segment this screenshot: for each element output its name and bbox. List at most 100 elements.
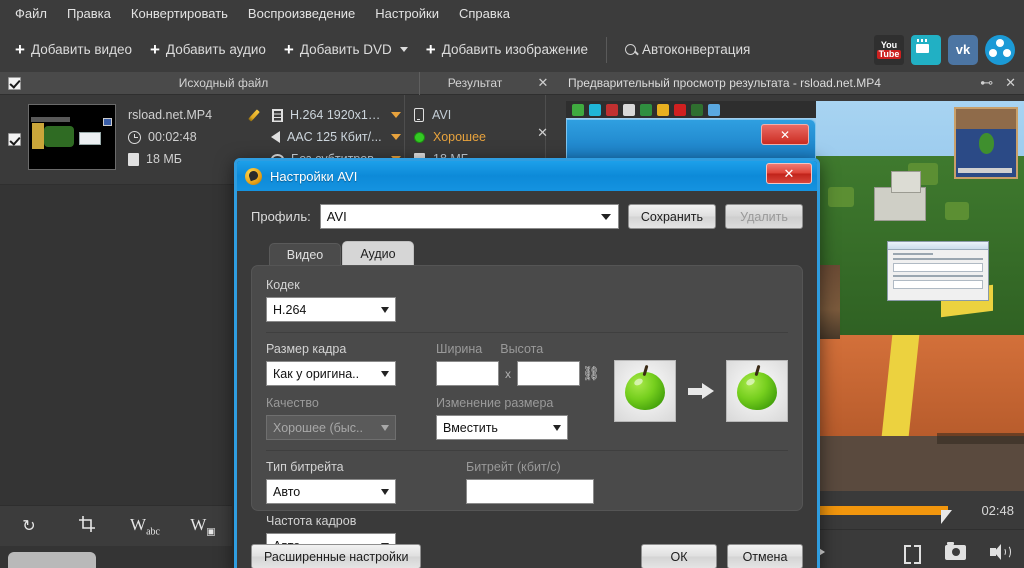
audio-stream-row[interactable]: AAC 125 Кбит/...	[251, 126, 401, 148]
status-dot-icon	[414, 131, 425, 143]
width-height-inputs: x ⛓	[436, 361, 600, 386]
chevron-down-icon	[381, 488, 389, 495]
dialog-titlebar[interactable]: Настройки AVI ✕	[237, 161, 817, 191]
resize-select[interactable]: Вместить	[436, 415, 568, 440]
panel-divider-1	[266, 332, 788, 333]
search-icon	[625, 44, 636, 55]
profile-select[interactable]: AVI	[319, 204, 619, 229]
pin-icon[interactable]: ⊷	[980, 75, 993, 91]
save-button[interactable]: Сохранить	[627, 204, 716, 229]
close-icon[interactable]: ✕	[1005, 75, 1016, 91]
apple-icon	[737, 372, 777, 410]
dialog-close-button[interactable]: ✕	[766, 163, 812, 184]
width-input[interactable]	[436, 361, 499, 386]
scene-terrain	[816, 101, 1024, 491]
file-list-header: Исходный файл Результат ✕	[0, 71, 556, 95]
delete-button[interactable]: Удалить	[725, 204, 803, 229]
audio-stream-label: AAC 125 Кбит/...	[287, 130, 382, 144]
tab-audio[interactable]: Аудио	[342, 241, 414, 265]
add-audio-button[interactable]: + Добавить аудио	[141, 36, 275, 64]
menu-item-file[interactable]: Файл	[6, 2, 56, 25]
framerate-label: Частота кадров	[266, 514, 357, 528]
main-toolbar: + Добавить видео + Добавить аудио + Доба…	[0, 27, 1024, 72]
quality-select[interactable]: Хорошее (быс..	[266, 415, 396, 440]
film-icon	[272, 108, 283, 122]
file-size: 18 МБ	[146, 152, 182, 166]
profile-row: Профиль: AVI Сохранить Удалить	[251, 204, 803, 229]
resize-value: Вместить	[443, 420, 498, 435]
add-image-button[interactable]: + Добавить изображение	[417, 36, 597, 64]
menu-item-convert[interactable]: Конвертировать	[122, 2, 237, 25]
result-column-header: Результат	[447, 76, 503, 90]
remove-row-icon[interactable]: ✕	[537, 125, 548, 141]
frame-size-value: Как у оригина..	[273, 366, 360, 381]
select-all-checkbox[interactable]	[0, 76, 28, 90]
add-video-button[interactable]: + Добавить видео	[6, 36, 141, 64]
plus-icon: +	[425, 39, 436, 59]
avi-settings-dialog: Настройки AVI ✕ Профиль: AVI Сохранить У…	[234, 158, 820, 568]
volume-icon[interactable]	[990, 544, 1011, 560]
camera-dots	[917, 38, 927, 42]
chevron-down-icon[interactable]	[391, 134, 401, 140]
film-reel-icon[interactable]	[985, 34, 1015, 65]
vk-label: vk	[955, 42, 971, 57]
bitrate-type-select[interactable]: Авто	[266, 479, 396, 504]
scene-window-close: ✕	[761, 124, 809, 145]
file-name: rsload.net.MP4	[128, 108, 213, 122]
preview-control-icons	[904, 541, 1011, 564]
menu-item-settings[interactable]: Настройки	[366, 2, 448, 25]
vk-icon[interactable]: vk	[948, 34, 978, 65]
rotate-icon[interactable]: ↻	[14, 516, 44, 536]
video-stream-label: H.264 1920x10...	[290, 108, 384, 122]
menu-item-help[interactable]: Справка	[450, 2, 519, 25]
menu-item-playback[interactable]: Воспроизведение	[239, 2, 364, 25]
checkbox-icon	[7, 133, 21, 146]
checkbox-icon	[7, 76, 21, 90]
close-all-icon[interactable]: ✕	[530, 75, 556, 91]
add-video-label: Добавить видео	[30, 42, 132, 57]
height-input[interactable]	[517, 361, 580, 386]
settings-panel: Кодек H.264 Размер кадра Как у оригина..…	[251, 265, 803, 558]
autoconvert-button[interactable]: Автоконвертация	[616, 36, 759, 63]
advanced-settings-button[interactable]: Расширенные настройки	[251, 544, 422, 568]
frame-size-select[interactable]: Как у оригина..	[266, 361, 396, 386]
resize-label: Изменение размера	[436, 396, 554, 410]
dialog-title: Настройки AVI	[270, 168, 358, 184]
chevron-down-icon[interactable]	[391, 112, 401, 118]
social-icon-group: You Tube vk	[874, 34, 1024, 65]
fullscreen-icon[interactable]	[904, 544, 921, 564]
frame-size-row: Размер кадра Как у оригина.. Качество Хо…	[266, 342, 788, 440]
menu-item-edit[interactable]: Правка	[58, 2, 120, 25]
crop-icon[interactable]	[72, 515, 102, 538]
result-format-row: AVI	[414, 104, 534, 126]
cancel-button[interactable]: Отмена	[727, 544, 803, 568]
source-preview-thumb	[614, 360, 676, 422]
timeline-playhead[interactable]	[941, 510, 952, 524]
document-icon	[128, 152, 139, 166]
tab-video[interactable]: Видео	[269, 243, 341, 265]
timeline-duration: 02:48	[981, 503, 1014, 518]
clock-icon	[128, 130, 141, 144]
scene-window-titlebar: ✕	[566, 119, 816, 159]
text-watermark-icon[interactable]: Wabc	[130, 515, 160, 537]
result-format: AVI	[432, 108, 452, 122]
aspect-lock-icon[interactable]: ⛓	[582, 363, 600, 385]
add-dvd-label: Добавить DVD	[299, 42, 392, 57]
ok-button[interactable]: ОК	[641, 544, 717, 568]
bottom-tab-pill[interactable]	[8, 552, 96, 568]
width-label: Ширина	[436, 342, 483, 356]
add-dvd-button[interactable]: + Добавить DVD	[275, 36, 417, 64]
codec-select[interactable]: H.264	[266, 297, 396, 322]
youtube-icon[interactable]: You Tube	[874, 34, 904, 65]
video-camera-icon[interactable]	[911, 34, 941, 65]
video-stream-row[interactable]: H.264 1920x10...	[251, 104, 401, 126]
bitrate-input[interactable]	[466, 479, 594, 504]
device-icon	[414, 108, 424, 122]
camera-icon[interactable]	[945, 541, 966, 560]
chevron-down-icon	[600, 213, 611, 220]
image-watermark-icon[interactable]: W▣	[188, 515, 218, 537]
edit-pencil-icon[interactable]	[251, 108, 265, 122]
row-checkbox[interactable]	[0, 95, 28, 184]
add-image-label: Добавить изображение	[441, 42, 588, 57]
result-preview-thumb	[726, 360, 788, 422]
